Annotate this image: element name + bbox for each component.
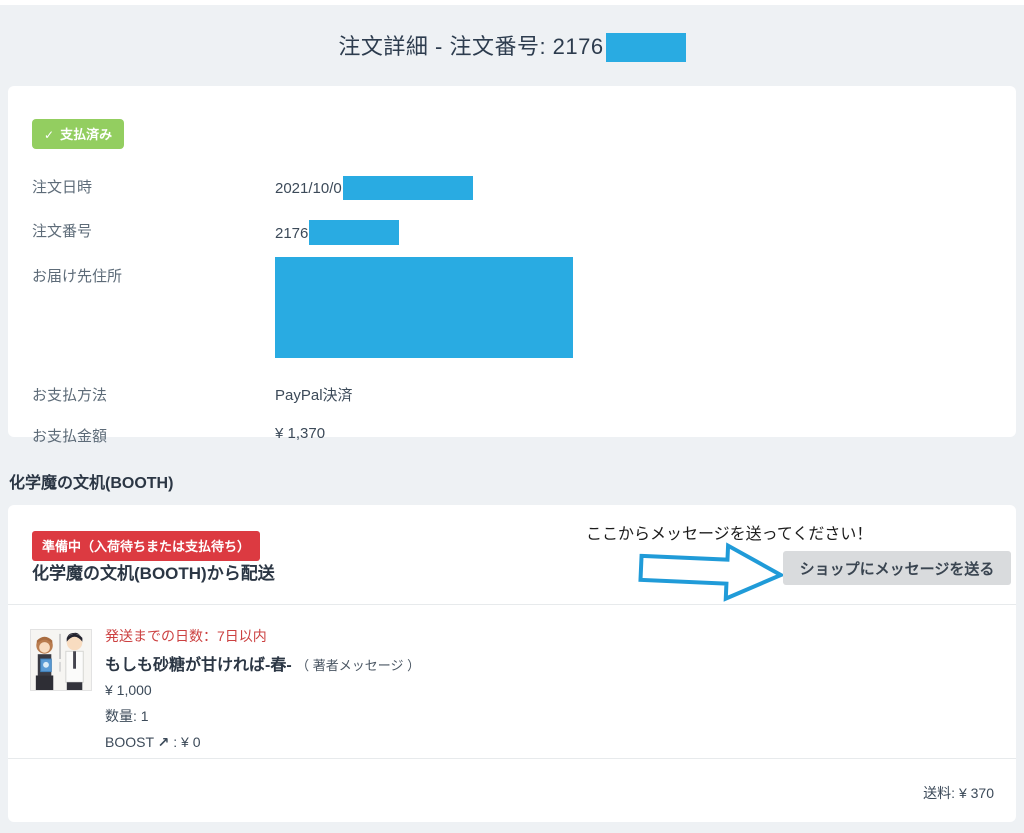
order-number-text: 2176 [275,225,308,242]
order-detail-rows: 注文日時 2021/10/0 注文番号 2176 お届け先住所 お支払方法 Pa… [32,166,992,456]
item-title-text[interactable]: もしも砂糖が甘ければ-春- [105,657,292,674]
order-date-text: 2021/10/0 [275,180,342,197]
payment-amount-row: お支払金額 ¥ 1,370 [32,415,992,456]
item-details: 発送までの日数：7日以内 もしも砂糖が甘ければ-春- （ 著者メッセージ ） ¥… [105,626,420,759]
redacted-shipping-address [275,257,573,358]
order-number-row: 注文番号 2176 [32,210,992,255]
page-title-text: 注文詳細 - 注文番号: 2176 [338,34,603,59]
boost-arrow-icon: ↗ [158,734,170,750]
payment-amount-label: お支払金額 [32,425,275,446]
divider [8,758,1016,759]
shipment-card: 準備中（入荷待ちまたは支払待ち） 化学魔の文机(BOOTH)から配送 ここからメ… [8,505,1016,822]
shipping-address-value [275,265,573,358]
order-date-label: 注文日時 [32,176,275,197]
shipping-fee: 送料: ¥ 370 [923,783,994,803]
payment-method-label: お支払方法 [32,384,275,405]
divider [8,604,1016,605]
item-price: ¥ 1,000 [105,682,420,698]
redacted-order-date [343,176,473,200]
order-date-value: 2021/10/0 [275,176,473,200]
order-number-label: 注文番号 [32,220,275,241]
redacted-order-number [309,220,399,245]
right-arrow-annotation-icon [636,538,788,602]
order-summary-card: ✓ 支払済み 注文日時 2021/10/0 注文番号 2176 お届け先住所 お支… [8,86,1016,437]
redacted-order-number-title [606,33,686,62]
shipping-address-row: お届け先住所 [32,255,992,374]
check-icon: ✓ [44,128,54,142]
paid-status-label: 支払済み [60,127,112,142]
boost-value: : ¥ 0 [173,734,200,750]
order-number-value: 2176 [275,220,399,245]
boost-label: BOOST [105,734,154,750]
paid-status-badge: ✓ 支払済み [32,119,124,149]
item-title-note: （ 著者メッセージ ） [296,658,420,673]
shipping-address-label: お届け先住所 [32,265,275,286]
preparing-status-badge: 準備中（入荷待ちまたは支払待ち） [32,531,260,561]
item-thumbnail-image[interactable] [30,629,92,691]
order-date-row: 注文日時 2021/10/0 [32,166,992,210]
shop-section-title: 化学魔の文机(BOOTH) [9,469,173,493]
item-title[interactable]: もしも砂糖が甘ければ-春- （ 著者メッセージ ） [105,651,420,675]
item-boost: BOOST ↗ : ¥ 0 [105,734,420,751]
page-title: 注文詳細 - 注文番号: 2176 [0,29,1024,62]
item-shipping-days: 発送までの日数：7日以内 [105,626,420,646]
send-message-to-shop-button[interactable]: ショップにメッセージを送る [783,551,1011,585]
payment-method-value: PayPal決済 [275,384,353,405]
window-top-strip [0,0,1024,5]
payment-amount-value: ¥ 1,370 [275,425,325,442]
shipment-title: 化学魔の文机(BOOTH)から配送 [32,559,275,584]
item-quantity: 数量: 1 [105,706,420,726]
payment-method-row: お支払方法 PayPal決済 [32,374,992,415]
